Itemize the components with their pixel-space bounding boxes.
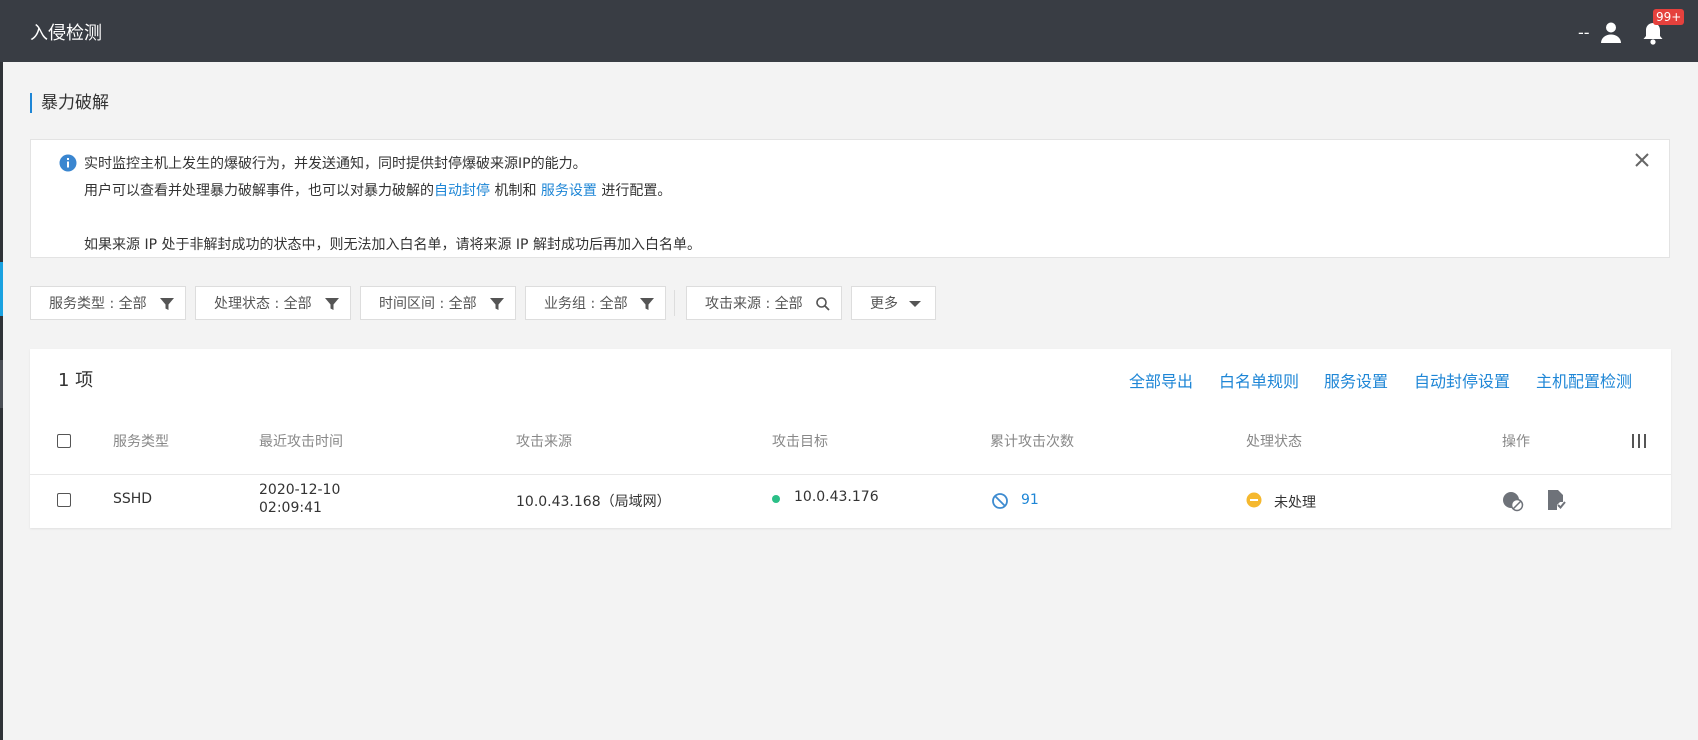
filter-icon	[160, 298, 174, 310]
left-edge-marker	[0, 360, 3, 408]
result-count: 1 项	[58, 370, 94, 391]
close-icon[interactable]	[1633, 151, 1651, 169]
cell-attack-count[interactable]: 91	[1021, 492, 1039, 508]
user-name[interactable]: --	[1578, 23, 1590, 42]
notice-line-2-prefix: 用户可以查看并处理暴力破解事件，也可以对暴力破解的	[84, 183, 434, 199]
filter-process-status[interactable]: 处理状态 : 全部	[195, 286, 351, 320]
auto-block-settings-button[interactable]: 自动封停设置	[1414, 368, 1510, 392]
column-header-status[interactable]: 处理状态	[1246, 431, 1302, 451]
block-ip-icon[interactable]	[1502, 490, 1524, 512]
cell-attack-target: 10.0.43.176	[794, 489, 879, 505]
whitelist-rules-button[interactable]: 白名单规则	[1219, 368, 1299, 392]
column-settings-icon[interactable]	[1631, 433, 1647, 449]
filter-label: 处理状态 : 全部	[214, 296, 312, 312]
filter-time-range[interactable]: 时间区间 : 全部	[360, 286, 516, 320]
column-header-last-attack-time[interactable]: 最近攻击时间	[259, 431, 343, 451]
notice-line-2: 用户可以查看并处理暴力破解事件，也可以对暴力破解的自动封停 机制和 服务设置 进…	[84, 180, 671, 200]
cell-service-type: SSHD	[113, 491, 153, 507]
online-status-dot	[772, 495, 780, 503]
handle-document-icon[interactable]	[1546, 489, 1566, 511]
select-all-checkbox[interactable]	[57, 434, 71, 448]
auto-block-link[interactable]: 自动封停	[434, 183, 490, 199]
notification-badge: 99+	[1653, 9, 1685, 25]
page-title: 暴力破解	[30, 93, 109, 113]
filter-label: 业务组 : 全部	[544, 296, 628, 312]
filter-label: 服务类型 : 全部	[49, 296, 147, 312]
notice-line-2-mid: 机制和	[490, 183, 541, 199]
notice-line-1: 实时监控主机上发生的爆破行为，并发送通知，同时提供封停爆破来源IP的能力。	[84, 156, 587, 172]
column-header-attack-count[interactable]: 累计攻击次数	[990, 431, 1074, 451]
column-header-service-type[interactable]: 服务类型	[113, 431, 169, 451]
info-icon	[59, 154, 77, 172]
events-table-panel: 1 项 全部导出 白名单规则 服务设置 自动封停设置 主机配置检测 服务类型 最…	[30, 349, 1671, 528]
filter-icon	[640, 298, 654, 310]
search-icon	[816, 297, 830, 311]
filter-business-group[interactable]: 业务组 : 全部	[525, 286, 666, 320]
cell-last-attack-date: 2020-12-10	[259, 482, 341, 498]
caret-down-icon	[909, 301, 921, 307]
filter-label: 攻击来源 : 全部	[705, 296, 803, 312]
user-icon[interactable]	[1598, 20, 1624, 44]
filter-service-type[interactable]: 服务类型 : 全部	[30, 286, 186, 320]
header-divider	[30, 474, 1671, 475]
pending-status-icon	[1246, 492, 1262, 508]
more-filters-dropdown[interactable]: 更多	[851, 286, 936, 320]
app-title: 入侵检测	[30, 23, 102, 44]
notice-line-2-suffix: 进行配置。	[596, 183, 672, 199]
blocked-icon	[992, 493, 1008, 509]
cell-last-attack-time: 02:09:41	[259, 500, 322, 516]
export-all-button[interactable]: 全部导出	[1129, 368, 1193, 392]
filter-icon	[325, 298, 339, 310]
notice-line-3: 如果来源 IP 处于非解封成功的状态中，则无法加入白名单，请将来源 IP 解封成…	[84, 237, 701, 253]
filter-label: 时间区间 : 全部	[379, 296, 477, 312]
filter-attack-source[interactable]: 攻击来源 : 全部	[686, 286, 842, 320]
filter-icon	[490, 298, 504, 310]
column-header-attack-source[interactable]: 攻击来源	[516, 431, 572, 451]
left-edge-active-marker	[0, 262, 3, 316]
filter-label: 更多	[870, 296, 898, 312]
column-header-attack-target[interactable]: 攻击目标	[772, 431, 828, 451]
left-edge-strip	[0, 0, 3, 740]
info-notice: 实时监控主机上发生的爆破行为，并发送通知，同时提供封停爆破来源IP的能力。 用户…	[30, 139, 1670, 258]
row-checkbox[interactable]	[57, 493, 71, 507]
column-header-actions: 操作	[1502, 434, 1530, 450]
cell-attack-source: 10.0.43.168（局域网）	[516, 494, 671, 510]
filter-divider	[674, 290, 675, 316]
host-config-check-button[interactable]: 主机配置检测	[1536, 368, 1632, 392]
top-bar: 入侵检测 -- 99+	[0, 0, 1698, 62]
service-settings-button[interactable]: 服务设置	[1324, 368, 1388, 392]
service-settings-link[interactable]: 服务设置	[541, 183, 597, 199]
cell-status: 未处理	[1274, 495, 1316, 511]
